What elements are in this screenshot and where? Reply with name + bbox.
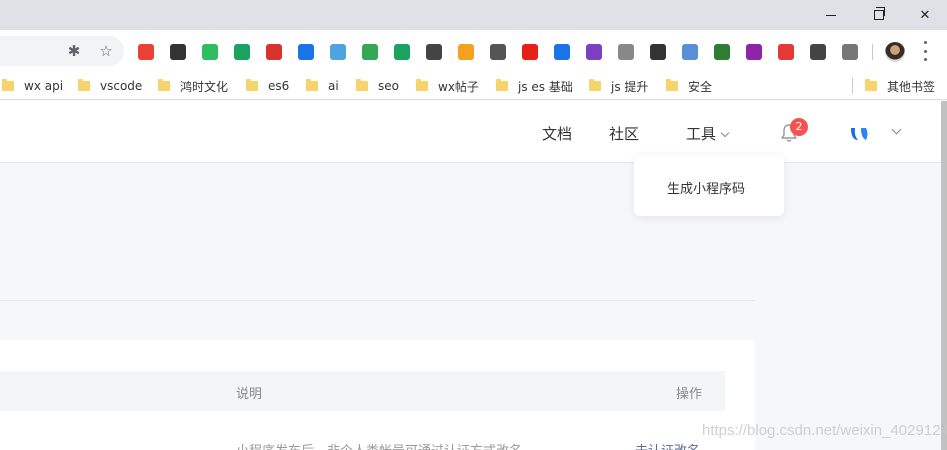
bookmark-folder[interactable]: vscode [78, 78, 142, 94]
folder-icon [158, 79, 170, 91]
rename-via-verification-link[interactable]: 去认证改名 [635, 440, 700, 450]
browser-toolbar: ✱ ☆ [0, 30, 947, 72]
bookmark-folder[interactable]: 安全 [666, 78, 712, 94]
folder-icon [2, 79, 14, 91]
window-titlebar: ✕ [0, 0, 947, 30]
ext-evernote-icon[interactable] [202, 44, 218, 60]
section-divider [0, 300, 755, 301]
folder-icon [78, 79, 90, 91]
profile-avatar[interactable] [885, 42, 905, 62]
nav-tools[interactable]: 工具 [686, 123, 730, 144]
restore-icon [874, 7, 885, 20]
folder-icon [589, 79, 601, 91]
bookmark-folder[interactable]: wx api [2, 78, 63, 94]
bookmark-folder[interactable]: wx帖子 [416, 78, 479, 94]
table-header: 说明 操作 [0, 371, 725, 411]
user-avatar-logo[interactable] [848, 124, 874, 144]
bookmark-folder[interactable]: ai [306, 78, 339, 94]
ext-fe-icon[interactable] [778, 44, 794, 60]
ext-globe-icon[interactable] [458, 44, 474, 60]
bookmarks-divider [852, 78, 853, 94]
menu-item-generate-qrcode[interactable]: 生成小程序码 [667, 178, 745, 197]
folder-icon [666, 79, 678, 91]
toolbar-divider [872, 44, 873, 60]
ext-screen-icon[interactable] [554, 44, 570, 60]
ext-vuejs-icon[interactable] [842, 44, 858, 60]
ext-sync-icon[interactable] [810, 44, 826, 60]
ext-circle-icon[interactable] [426, 44, 442, 60]
minimize-icon [826, 14, 836, 16]
ext-ball-icon[interactable] [682, 44, 698, 60]
ext-adguard-icon[interactable] [394, 44, 410, 60]
browser-menu-icon[interactable] [922, 41, 928, 61]
minimize-button[interactable] [808, 0, 854, 30]
nav-tools-label: 工具 [686, 125, 717, 143]
ext-rp-icon[interactable] [746, 44, 762, 60]
ext-youtube-icon[interactable] [522, 44, 538, 60]
bookmarks-bar: wx api vscode 鸿时文化 es6 ai seo wx帖子 js es… [0, 72, 947, 100]
notification-badge: 2 [790, 118, 808, 136]
ext-color-icon[interactable] [586, 44, 602, 60]
nav-community[interactable]: 社区 [609, 123, 639, 144]
bookmark-star-icon[interactable]: ☆ [98, 43, 114, 59]
ext-google-icon[interactable] [138, 44, 154, 60]
restore-button[interactable] [856, 0, 902, 30]
chevron-down-icon [720, 128, 730, 138]
ext-gear-icon[interactable] [618, 44, 634, 60]
ext-download-icon[interactable] [362, 44, 378, 60]
folder-icon [306, 79, 318, 91]
ext-earth-icon[interactable] [714, 44, 730, 60]
content-card: 说明 操作 小程序发布后，非个人类帐号可通过认证方式改名 去认证改名 [0, 340, 755, 450]
folder-icon [865, 79, 877, 91]
bookmark-folder[interactable]: seo [356, 78, 399, 94]
other-bookmarks[interactable]: 其他书签 [865, 78, 935, 94]
ext-qr-icon[interactable] [170, 44, 186, 60]
ext-s-icon[interactable] [298, 44, 314, 60]
bookmark-folder[interactable]: js 提升 [589, 78, 648, 94]
nav-docs[interactable]: 文档 [542, 123, 572, 144]
column-header-description: 说明 [236, 387, 263, 402]
folder-icon [496, 79, 508, 91]
column-header-operation: 操作 [676, 387, 703, 402]
close-icon: ✕ [919, 7, 931, 23]
ext-capture-icon[interactable] [650, 44, 666, 60]
bookmark-folder[interactable]: 鸿时文化 [158, 78, 228, 94]
ext-grid-icon[interactable] [490, 44, 506, 60]
watermark: https://blog.csdn.net/weixin_40291248 [702, 422, 947, 439]
close-window-button[interactable]: ✕ [902, 0, 947, 30]
extensions-icon[interactable]: ✱ [66, 43, 82, 59]
folder-icon [416, 79, 428, 91]
ext-abp-icon[interactable] [266, 44, 282, 60]
folder-icon [356, 79, 368, 91]
folder-icon [246, 79, 258, 91]
table-cell-description: 小程序发布后，非个人类帐号可通过认证方式改名 [236, 440, 522, 450]
ext-vue-icon[interactable] [330, 44, 346, 60]
ext-shield-icon[interactable] [234, 44, 250, 60]
tools-dropdown-menu: 生成小程序码 [634, 155, 784, 216]
page-scrollbar[interactable] [941, 101, 947, 450]
bookmark-folder[interactable]: js es 基础 [496, 78, 573, 94]
bookmark-folder[interactable]: es6 [246, 78, 289, 94]
